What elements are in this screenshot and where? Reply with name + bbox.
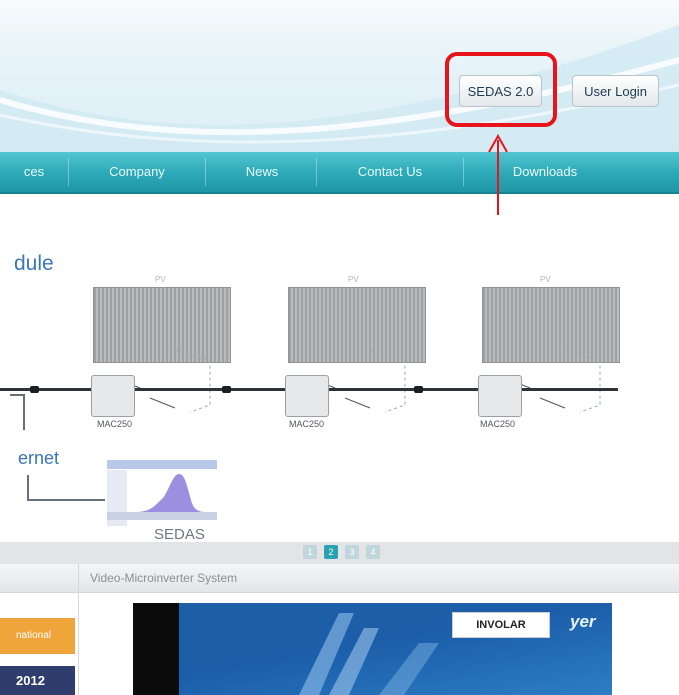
microinverter xyxy=(478,375,522,417)
year-badge[interactable]: 2012 xyxy=(0,666,75,695)
pager-bar xyxy=(0,542,679,564)
connector-plug xyxy=(414,386,423,393)
user-login-button[interactable]: User Login xyxy=(572,75,659,107)
news-badge[interactable]: national xyxy=(0,618,75,654)
page-button-3[interactable]: 3 xyxy=(345,545,359,559)
sedas-label: SEDAS xyxy=(154,526,205,543)
involar-logo: INVOLAR xyxy=(452,612,550,638)
page-button-2[interactable]: 2 xyxy=(324,545,338,559)
highlight-box xyxy=(445,52,557,127)
microinverter-label: MAC250 xyxy=(289,419,325,429)
microinverter xyxy=(285,375,329,417)
panel-label: PV xyxy=(155,275,166,284)
connector-plug xyxy=(222,386,231,393)
video-overlay-text: yer xyxy=(570,612,596,631)
column-divider xyxy=(78,564,79,695)
page-button-4[interactable]: 4 xyxy=(366,545,380,559)
page-button-1[interactable]: 1 xyxy=(303,545,317,559)
internet-connector xyxy=(10,394,105,501)
sedas-chart-thumbnail xyxy=(107,460,217,526)
panel-label: PV xyxy=(348,275,359,284)
slide-title: dule xyxy=(14,252,54,275)
video-section-title: Video-Microinverter System xyxy=(90,571,238,585)
microinverter-label: MAC250 xyxy=(480,419,516,429)
panel-label: PV xyxy=(540,275,551,284)
